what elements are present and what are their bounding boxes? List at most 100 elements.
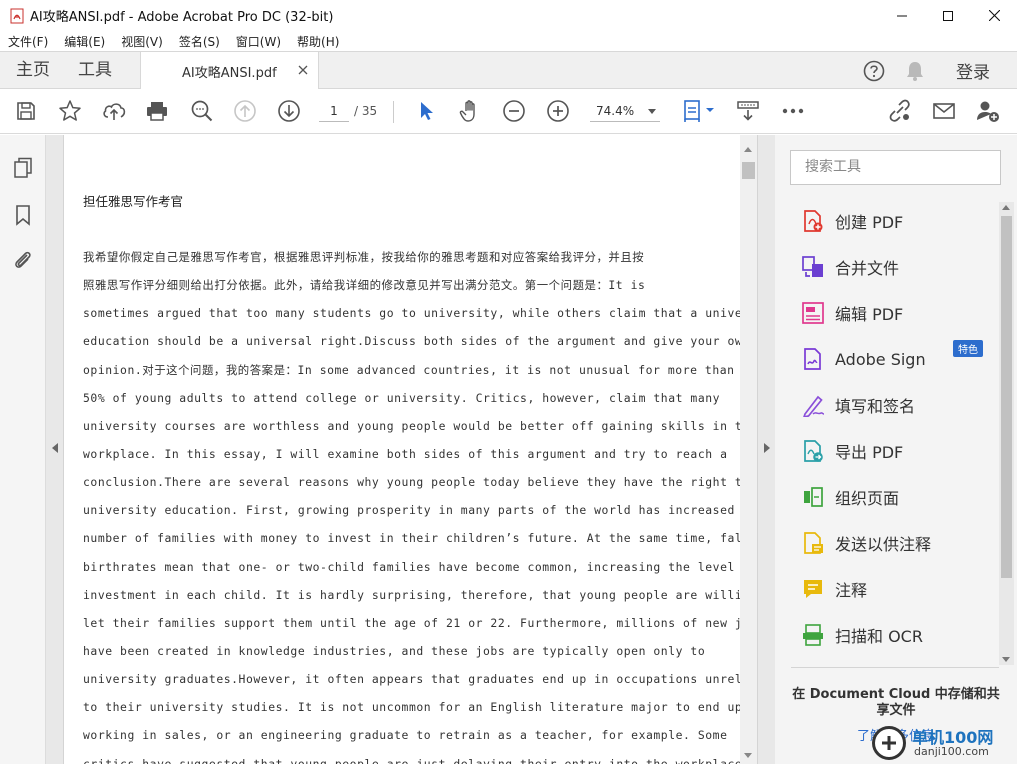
doc-line: education should be a universal right.Di…: [83, 334, 740, 349]
tool-label: 注释: [835, 581, 868, 600]
main-toolbar: 1 / 35 74.4%: [0, 89, 1017, 134]
tool-label: 合并文件: [835, 259, 900, 278]
tool-export-pdf[interactable]: 导出 PDF: [775, 428, 999, 474]
close-window-button[interactable]: [971, 0, 1017, 31]
chevron-down-icon: [648, 109, 656, 114]
tool-create-pdf[interactable]: 创建 PDF: [775, 198, 999, 244]
scroll-up-arrow[interactable]: [1002, 205, 1010, 210]
page-fit-button[interactable]: [681, 98, 717, 124]
doc-line: opinion.对于这个问题，我的答案是：In some advanced co…: [83, 362, 735, 377]
hand-icon: [459, 100, 475, 122]
collapse-right-pane[interactable]: [757, 135, 775, 764]
zoom-value: 74.4%: [596, 104, 635, 118]
export-pdf-icon: [804, 440, 823, 462]
acrobat-app-icon: [10, 8, 24, 23]
watermark-url: danji100.com: [914, 745, 989, 758]
tool-adobe-sign[interactable]: Adobe Sign 特色: [775, 336, 999, 382]
notifications-button[interactable]: [905, 52, 925, 89]
bookmark-star-button[interactable]: [57, 98, 83, 124]
doc-line: workplace. In this essay, I will examine…: [83, 446, 728, 461]
menu-help[interactable]: 帮助(H): [289, 33, 347, 50]
document-scrollbar[interactable]: [740, 135, 757, 764]
upload-cloud-button[interactable]: [101, 98, 127, 124]
email-button[interactable]: [931, 98, 957, 124]
plus-icon: [882, 736, 896, 750]
zoom-select[interactable]: 74.4%: [590, 100, 660, 122]
select-tool-button[interactable]: [413, 98, 439, 124]
title-bar: AI攻略ANSI.pdf - Adobe Acrobat Pro DC (32-…: [0, 0, 1017, 31]
next-page-button[interactable]: [276, 98, 302, 124]
page-thumbnails-icon[interactable]: [12, 157, 34, 179]
save-button[interactable]: [13, 98, 39, 124]
maximize-button[interactable]: [925, 0, 971, 31]
tool-label: 编辑 PDF: [835, 305, 904, 324]
doc-line: 50% of young adults to attend college or…: [83, 390, 721, 405]
previous-page-button[interactable]: [232, 98, 258, 124]
page-number-input[interactable]: 1: [319, 100, 349, 122]
cursor-arrow-icon: [421, 102, 433, 120]
menu-view[interactable]: 视图(V): [113, 33, 171, 50]
doc-line: 照雅思写作评分细则给出打分依据。此外，请给我详细的修改意见并写出满分范文。第一个…: [83, 278, 646, 293]
bookmarks-icon[interactable]: [12, 204, 34, 226]
tab-document[interactable]: AI攻略ANSI.pdf: [140, 52, 319, 90]
tool-organize-pages[interactable]: 组织页面: [775, 474, 999, 520]
tool-comment[interactable]: 注释: [775, 566, 999, 612]
tool-send-for-comments[interactable]: 发送以供注释: [775, 520, 999, 566]
doc-line: university courses are worthless and you…: [83, 418, 740, 433]
search-tools-input[interactable]: 搜索工具: [790, 150, 1001, 185]
scroll-mode-button[interactable]: [735, 98, 761, 124]
attachments-icon[interactable]: [12, 249, 34, 271]
collapse-left-pane[interactable]: [46, 135, 64, 764]
scroll-down-arrow[interactable]: [744, 753, 752, 758]
help-icon: [863, 60, 885, 81]
doc-line: to their university studies. It is not u…: [83, 700, 740, 715]
bell-icon: [907, 61, 923, 81]
help-button[interactable]: [863, 52, 885, 89]
add-user-button[interactable]: [975, 98, 1001, 124]
search-text-button[interactable]: [189, 98, 215, 124]
more-icon: [782, 108, 804, 114]
scroll-mode-icon: [737, 101, 759, 121]
more-tools-button[interactable]: [780, 98, 806, 124]
chevron-right-icon: [764, 443, 770, 453]
tab-home[interactable]: 主页: [16, 52, 50, 89]
watermark-logo: [872, 726, 906, 760]
zoom-in-button[interactable]: [545, 98, 571, 124]
doc-line: birthrates mean that one- or two-child f…: [83, 559, 740, 574]
page-total: / 35: [354, 104, 378, 118]
tool-fill-sign[interactable]: 填写和签名: [775, 382, 999, 428]
scroll-up-arrow[interactable]: [744, 147, 752, 152]
tool-edit-pdf[interactable]: 编辑 PDF: [775, 290, 999, 336]
create-pdf-icon: [804, 210, 823, 232]
close-tab-icon[interactable]: [297, 64, 309, 76]
organize-pages-icon: [804, 487, 823, 507]
minimize-button[interactable]: [879, 0, 925, 31]
cloud-upload-icon: [103, 103, 126, 120]
menu-file[interactable]: 文件(F): [0, 33, 56, 50]
arrow-down-circle-icon: [278, 100, 300, 122]
minus-circle-icon: [503, 100, 525, 122]
tool-label: 组织页面: [835, 489, 900, 508]
menu-sign[interactable]: 签名(S): [171, 33, 228, 50]
menu-window[interactable]: 窗口(W): [228, 33, 289, 50]
share-link-button[interactable]: [887, 98, 913, 124]
tool-label: Adobe Sign: [835, 349, 926, 369]
tool-combine-files[interactable]: 合并文件: [775, 244, 999, 290]
print-button[interactable]: [144, 98, 170, 124]
zoom-out-button[interactable]: [501, 98, 527, 124]
tool-label: 创建 PDF: [835, 213, 904, 232]
document-viewport[interactable]: 担任雅思写作考官 我希望你假定自己是雅思写作考官，根据雅思评判标准，按我给你的雅…: [64, 135, 740, 764]
link-icon: [889, 99, 910, 122]
menu-edit[interactable]: 编辑(E): [56, 33, 113, 50]
tab-bar: 主页 工具 AI攻略ANSI.pdf 登录: [0, 51, 1017, 90]
login-link[interactable]: 登录: [956, 58, 990, 83]
tools-scrollbar[interactable]: [999, 202, 1014, 665]
plus-circle-icon: [547, 100, 569, 122]
tab-tools[interactable]: 工具: [78, 52, 112, 89]
hand-tool-button[interactable]: [457, 98, 483, 124]
scroll-down-arrow[interactable]: [1002, 657, 1010, 662]
scroll-thumb[interactable]: [742, 162, 755, 179]
tool-label: 导出 PDF: [835, 443, 904, 462]
scroll-thumb[interactable]: [1001, 216, 1012, 578]
tool-scan-ocr[interactable]: 扫描和 OCR: [775, 612, 999, 658]
